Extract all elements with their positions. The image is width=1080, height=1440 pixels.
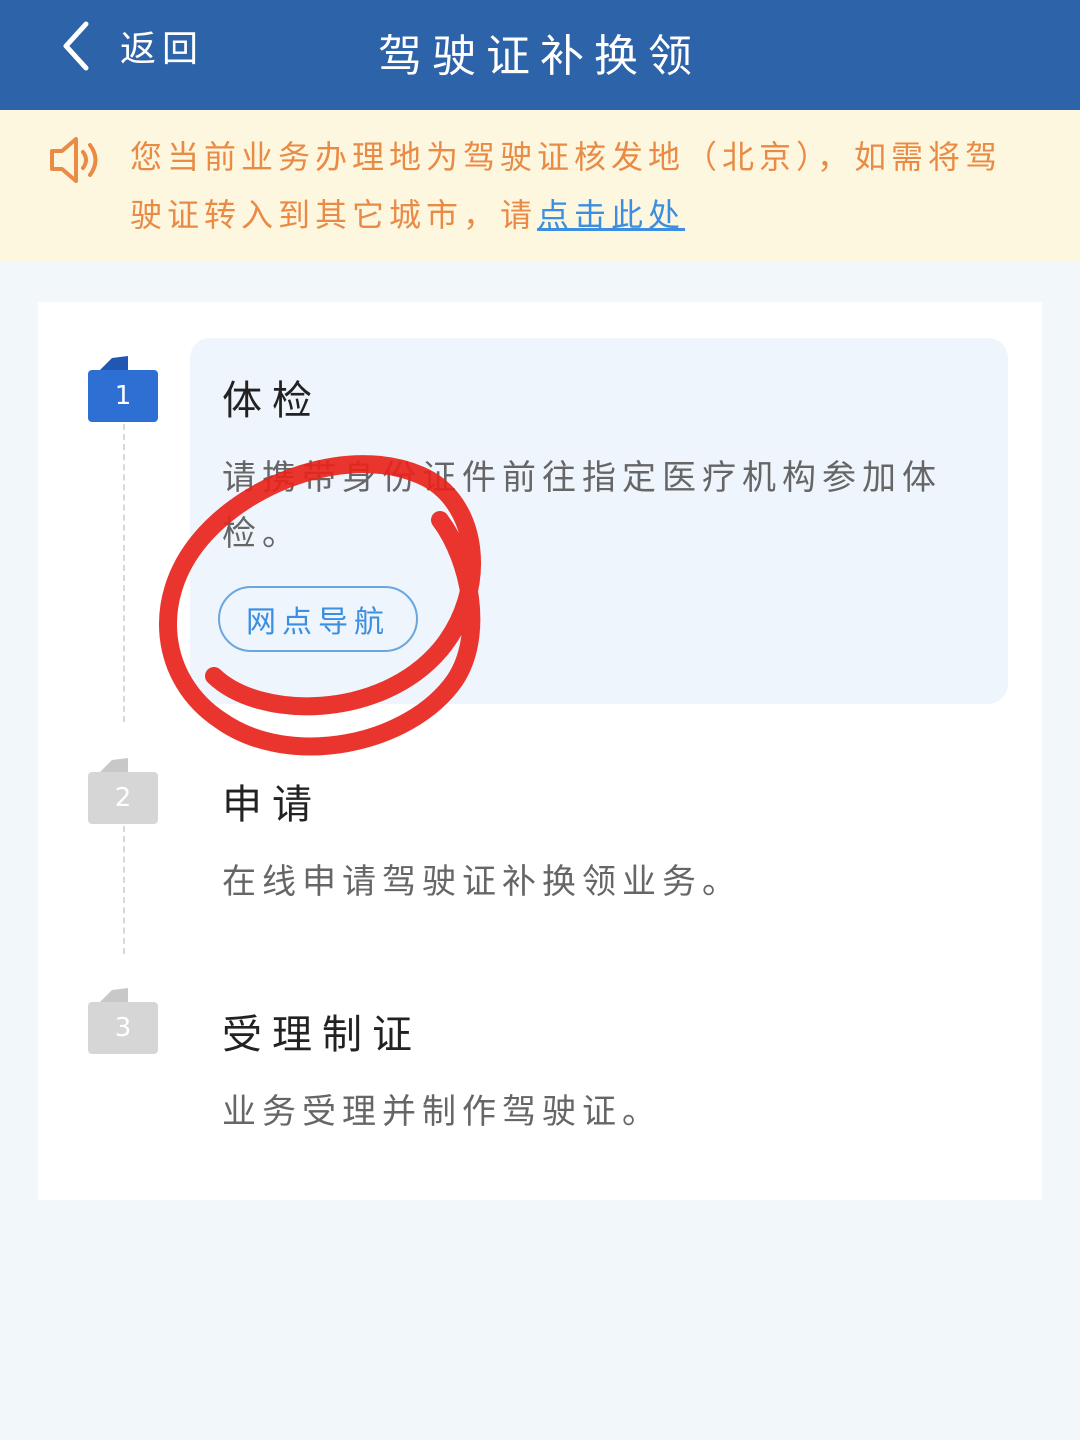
step-3-title: 受理制证 (222, 1012, 422, 1058)
step-1-title: 体检 (222, 378, 322, 424)
outlet-navigation-button[interactable]: 网点导航 (218, 586, 418, 652)
step-number: 2 (114, 783, 132, 813)
step-1-marker: 1 (88, 354, 158, 424)
step-3-marker: 3 (88, 986, 158, 1056)
step-2-description: 在线申请驾驶证补换领业务。 (222, 862, 742, 902)
top-nav-bar: 返回 驾驶证补换领 (0, 0, 1080, 110)
page-title: 驾驶证补换领 (378, 31, 702, 82)
step-number: 3 (114, 1013, 132, 1043)
timeline-connector-2 (123, 826, 125, 954)
step-2-title: 申请 (222, 782, 322, 828)
step-2-marker: 2 (88, 756, 158, 826)
step-number: 1 (114, 381, 132, 411)
step-1-description: 请携带身份证件前往指定医疗机构参加体检。 (222, 458, 942, 554)
timeline-connector-1 (123, 424, 125, 722)
speaker-icon (50, 137, 98, 183)
click-here-link[interactable]: 点击此处 (537, 196, 685, 234)
step-3-description: 业务受理并制作驾驶证。 (222, 1092, 662, 1132)
notice-text: 您当前业务办理地为驾驶证核发地（北京），如需将驾驶证转入到其它城市，请点击此处 (130, 128, 1030, 244)
